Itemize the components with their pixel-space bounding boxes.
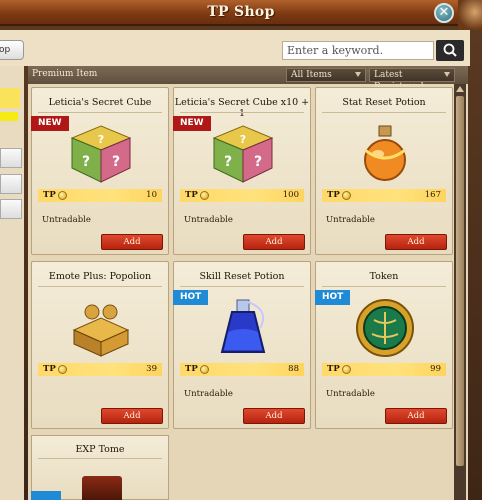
sidebar-item[interactable]	[0, 199, 22, 219]
divider	[322, 286, 446, 287]
tp-coin-icon	[200, 191, 209, 200]
hot-badge	[31, 491, 61, 500]
sidebar-indicator	[0, 112, 18, 121]
svg-text:?: ?	[98, 133, 104, 146]
orange-potion-icon	[364, 125, 406, 181]
untradable-label: Untradable	[184, 389, 233, 399]
currency-label: TP	[185, 190, 198, 200]
tp-shop-window: TP Shop ✕ op Enter a keyword. Premium It…	[0, 0, 482, 500]
corner-ornament	[458, 0, 482, 30]
divider	[180, 286, 304, 287]
tp-coin-icon	[58, 191, 67, 200]
price-value: 100	[282, 190, 299, 200]
untradable-label: Untradable	[42, 215, 91, 225]
svg-text:?: ?	[224, 154, 232, 170]
divider	[322, 112, 446, 113]
svg-text:?: ?	[82, 154, 90, 170]
blue-potion-icon	[220, 299, 266, 353]
price-bar: TP 88	[180, 363, 304, 376]
divider	[38, 458, 162, 459]
price-value: 39	[146, 364, 157, 374]
divider	[38, 112, 162, 113]
price-value: 88	[288, 364, 299, 374]
add-button[interactable]: Add	[385, 408, 447, 424]
tp-coin-icon	[342, 365, 351, 374]
filter-dropdown-label: All Items	[291, 70, 332, 80]
price-bar: TP 10	[38, 189, 162, 202]
item-name: EXP Tome	[75, 444, 125, 455]
tp-coin-icon	[342, 191, 351, 200]
price-bar: TP 167	[322, 189, 446, 202]
price-value: 10	[146, 190, 157, 200]
currency-label: TP	[185, 364, 198, 374]
svg-text:?: ?	[254, 154, 262, 170]
price-bar: TP 100	[180, 189, 304, 202]
add-button[interactable]: Add	[101, 234, 163, 250]
tp-coin-icon	[200, 365, 209, 374]
search-input[interactable]: Enter a keyword.	[282, 41, 434, 60]
panel-header: Premium Item All Items Latest Registered	[28, 66, 468, 92]
item-card[interactable]: Token HOT TP 99 Untradable Add	[315, 261, 453, 429]
item-card[interactable]: EXP Tome	[31, 435, 169, 500]
green-token-icon	[356, 299, 414, 357]
currency-label: TP	[327, 364, 340, 374]
mystery-cube-icon: ? ? ?	[70, 125, 132, 183]
currency-label: TP	[43, 364, 56, 374]
chevron-down-icon	[355, 72, 361, 77]
window-title: TP Shop	[207, 4, 275, 20]
currency-label: TP	[327, 190, 340, 200]
svg-text:?: ?	[240, 133, 246, 146]
tome-icon	[82, 476, 122, 500]
svg-text:?: ?	[112, 154, 120, 170]
item-name: Token	[369, 271, 399, 282]
item-name: Skill Reset Potion	[199, 271, 285, 282]
sidebar-item-selected[interactable]	[0, 88, 20, 108]
gold-chest-icon	[72, 304, 130, 357]
divider	[38, 286, 162, 287]
item-name: Emote Plus: Popolion	[48, 271, 152, 282]
search-icon	[443, 43, 457, 57]
filter-dropdown[interactable]: All Items	[286, 68, 366, 82]
toolbar: op Enter a keyword.	[0, 30, 470, 66]
untradable-label: Untradable	[184, 215, 233, 225]
add-button[interactable]: Add	[243, 408, 305, 424]
untradable-label: Untradable	[326, 215, 375, 225]
scrollbar-thumb[interactable]	[456, 96, 464, 466]
tp-coin-icon	[58, 365, 67, 374]
add-button[interactable]: Add	[385, 234, 447, 250]
add-button[interactable]: Add	[243, 234, 305, 250]
chevron-down-icon	[444, 72, 450, 77]
item-card[interactable]: Emote Plus: Popolion TP 39 Add	[31, 261, 169, 429]
currency-label: TP	[43, 190, 56, 200]
shop-tab-button[interactable]: op	[0, 40, 24, 60]
sidebar-item[interactable]	[0, 148, 22, 168]
title-bar[interactable]: TP Shop ✕	[0, 0, 482, 26]
new-badge: NEW	[31, 116, 69, 131]
hot-badge: HOT	[173, 290, 209, 305]
item-card[interactable]: Leticia's Secret Cube NEW ? ? ? TP 10 Un…	[31, 87, 169, 255]
price-value: 99	[430, 364, 441, 374]
item-card[interactable]: Skill Reset Potion HOT TP 88 Untradable …	[173, 261, 311, 429]
sidebar-item[interactable]	[0, 174, 22, 194]
item-card[interactable]: Leticia's Secret Cube x10 + 1 NEW ? ? ? …	[173, 87, 311, 255]
item-name: Stat Reset Potion	[342, 97, 426, 108]
item-name: Leticia's Secret Cube	[48, 97, 152, 108]
price-bar: TP 99	[322, 363, 446, 376]
scroll-up-arrow[interactable]	[456, 86, 464, 92]
category-sidebar	[0, 66, 24, 500]
category-label: Premium Item	[32, 69, 98, 79]
item-card[interactable]: Stat Reset Potion TP 167 Untradable Add	[315, 87, 453, 255]
scrollbar[interactable]	[454, 84, 466, 500]
divider	[180, 112, 304, 113]
search-button[interactable]	[436, 40, 464, 61]
price-value: 167	[424, 190, 441, 200]
sort-dropdown[interactable]: Latest Registered	[369, 68, 455, 92]
add-button[interactable]: Add	[101, 408, 163, 424]
untradable-label: Untradable	[326, 389, 375, 399]
new-badge: NEW	[173, 116, 211, 131]
hot-badge: HOT	[315, 290, 351, 305]
close-button[interactable]: ✕	[434, 3, 454, 23]
price-bar: TP 39	[38, 363, 162, 376]
mystery-cube-icon: ? ? ?	[212, 125, 274, 183]
